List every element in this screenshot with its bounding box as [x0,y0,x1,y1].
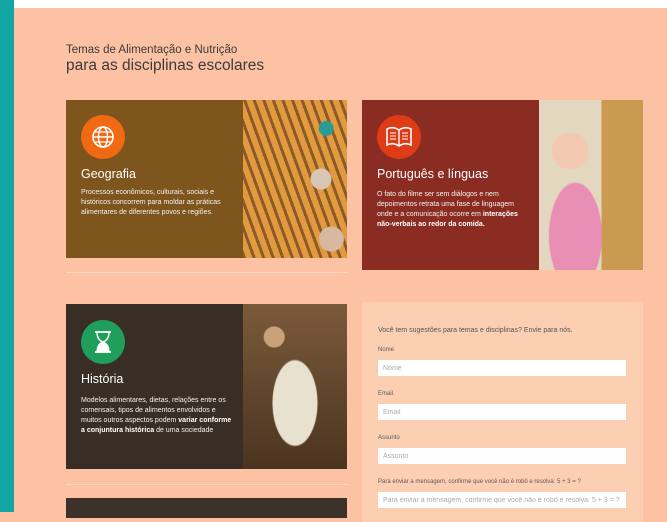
captcha-label: Para enviar a mensagem, confirme que voc… [378,479,581,485]
card-title-historia: História [81,372,124,386]
hourglass-icon [81,320,125,364]
subject-input[interactable] [378,448,626,464]
historia-desc-tail: de uma sociedade [156,427,214,434]
captcha-input[interactable] [378,492,626,508]
divider [66,484,347,485]
suggestion-form: Você tem sugestões para temas e discipli… [362,302,643,522]
card-description-historia: Modelos alimentares, dietas, relações en… [81,396,236,436]
section-title-line2: para as disciplinas escolares [66,57,265,74]
card-geografia[interactable]: Geografia Processos econômicos, culturai… [66,100,347,258]
card-partial-bottom[interactable] [66,498,347,518]
subject-label: Assunto [378,435,400,441]
left-accent-stripe [0,0,14,512]
card-description-geografia: Processos econômicos, culturais, sociais… [81,189,221,216]
card-portugues[interactable]: Português e línguas O fato do filme ser … [362,100,643,270]
card-historia[interactable]: História Modelos alimentares, dietas, re… [66,304,347,469]
card-title-geografia: Geografia [81,167,136,181]
divider [66,272,347,273]
card-description-portugues: O fato do filme ser sem diálogos e nem d… [377,190,527,230]
email-input[interactable] [378,404,626,420]
historia-photo [243,304,347,469]
name-input[interactable] [378,360,626,376]
open-book-icon [377,115,421,159]
geografia-photo [243,100,347,258]
section-title-line1: Temas de Alimentação e Nutrição [66,44,238,56]
portugues-photo [539,100,643,270]
top-band [14,0,667,8]
card-title-portugues: Português e línguas [377,167,489,181]
name-label: Nome [378,347,395,353]
form-heading: Você tem sugestões para temas e discipli… [378,327,573,334]
section-heading: Temas de Alimentação e Nutrição para as … [66,44,264,74]
email-label: Email [378,391,394,397]
globe-icon [81,115,125,159]
